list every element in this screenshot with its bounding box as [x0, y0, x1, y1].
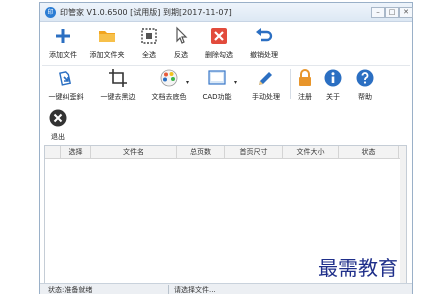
invert-selection-button[interactable]: 反选	[168, 23, 194, 65]
undo-icon	[256, 28, 273, 42]
vertical-scrollbar[interactable]	[400, 146, 406, 286]
table-header: 选择 文件名 总页数 首页尺寸 文件大小 状态	[45, 146, 406, 159]
cad-dropdown-icon[interactable]: ▾	[234, 79, 237, 86]
undo-process-button[interactable]: 撤销处理	[246, 23, 282, 65]
deskew-icon	[59, 71, 72, 86]
cad-function-label: CAD功能	[202, 93, 232, 101]
status-divider	[168, 285, 169, 294]
exit-label: 退出	[51, 133, 65, 141]
add-folder-label: 添加文件夹	[89, 51, 125, 59]
close-button[interactable]: ✕	[399, 7, 413, 18]
column-header-first-page-size[interactable]: 首页尺寸	[225, 146, 283, 158]
invert-selection-label: 反选	[174, 51, 188, 59]
maximize-button[interactable]: □	[385, 7, 399, 18]
toolbar-row-1: 添加文件 添加文件夹 全选 反选 删除勾选 撤销处理	[40, 23, 412, 67]
toolbar-separator	[290, 69, 291, 99]
palette-icon	[160, 69, 178, 87]
window-title: 印管家 V1.0.6500 [试用版] 到期[2017-11-07]	[60, 8, 232, 17]
select-all-button[interactable]: 全选	[136, 23, 162, 65]
manual-process-label: 手动处理	[252, 93, 280, 101]
status-hint: 请选择文件...	[174, 286, 216, 294]
about-button[interactable]: 关于	[322, 65, 344, 107]
delete-checked-button[interactable]: 删除勾选	[200, 23, 238, 65]
remove-background-label: 文档去底色	[151, 93, 187, 101]
register-label: 注册	[298, 93, 312, 101]
remove-black-edge-label: 一键去黑边	[100, 93, 136, 101]
watermark-text: 最需教育	[318, 256, 398, 280]
pencil-icon	[259, 72, 272, 85]
title-bar[interactable]: 印 印管家 V1.0.6500 [试用版] 到期[2017-11-07] – □…	[40, 3, 413, 22]
crop-icon	[109, 69, 127, 87]
info-icon	[324, 69, 342, 87]
help-icon	[356, 69, 374, 87]
manual-process-button[interactable]: 手动处理	[246, 65, 286, 107]
help-button[interactable]: 帮助	[354, 65, 376, 107]
auto-deskew-button[interactable]: 一键纠歪斜	[44, 65, 88, 107]
undo-process-label: 撤销处理	[250, 51, 278, 59]
column-header-filename[interactable]: 文件名	[91, 146, 177, 158]
remove-background-button[interactable]: 文档去底色	[146, 65, 192, 107]
select-all-icon	[141, 28, 157, 44]
register-button[interactable]: 注册	[294, 65, 316, 107]
delete-checked-label: 删除勾选	[205, 51, 233, 59]
remove-background-dropdown-icon[interactable]: ▾	[186, 79, 189, 86]
cad-icon	[208, 70, 226, 85]
lock-icon	[299, 69, 311, 86]
status-bar: 状态:准备就绪 请选择文件...	[40, 283, 412, 294]
add-file-button[interactable]: 添加文件	[46, 23, 80, 65]
add-file-label: 添加文件	[49, 51, 77, 59]
exit-button[interactable]: 退出	[46, 105, 70, 147]
plus-icon	[56, 29, 70, 43]
status-text: 状态:准备就绪	[48, 286, 93, 294]
toolbar-row-2: 一键纠歪斜 一键去黑边 文档去底色 ▾ CAD功能 ▾ 手动处理 注册 关于 帮…	[40, 65, 412, 109]
toolbar-row-3: 退出	[40, 105, 412, 149]
column-header-status[interactable]: 状态	[339, 146, 399, 158]
remove-black-edge-button[interactable]: 一键去黑边	[96, 65, 140, 107]
minimize-button[interactable]: –	[371, 7, 385, 18]
app-logo-icon: 印	[45, 7, 56, 18]
cad-function-button[interactable]: CAD功能	[198, 65, 236, 107]
column-header-file-size[interactable]: 文件大小	[283, 146, 339, 158]
column-header-blank	[45, 146, 61, 158]
app-window: 印 印管家 V1.0.6500 [试用版] 到期[2017-11-07] – □…	[39, 2, 413, 294]
about-label: 关于	[326, 93, 340, 101]
delete-icon	[211, 28, 227, 44]
auto-deskew-label: 一键纠歪斜	[48, 93, 84, 101]
select-all-label: 全选	[142, 51, 156, 59]
add-folder-button[interactable]: 添加文件夹	[86, 23, 128, 65]
cursor-icon	[176, 26, 188, 44]
column-header-page-count[interactable]: 总页数	[177, 146, 225, 158]
column-header-select[interactable]: 选择	[61, 146, 91, 158]
help-label: 帮助	[358, 93, 372, 101]
exit-icon	[49, 109, 67, 127]
folder-icon	[99, 31, 115, 42]
